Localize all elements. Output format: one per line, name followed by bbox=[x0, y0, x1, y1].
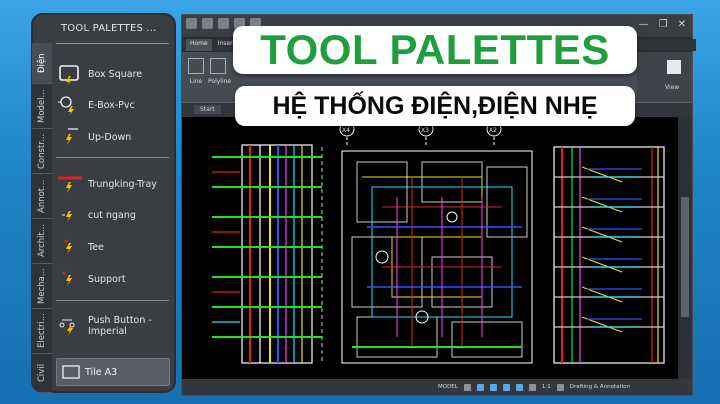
tab-dien[interactable]: Điện bbox=[32, 43, 52, 84]
tab-construction[interactable]: Constr... bbox=[32, 129, 52, 174]
polyline-button[interactable]: Polyline bbox=[208, 58, 232, 85]
view-panel: View bbox=[637, 52, 691, 102]
electrical-drawing: X4 X3 X2 bbox=[212, 121, 665, 364]
banner-title: TOOL PALETTES bbox=[260, 26, 610, 73]
tool-tee[interactable]: Tee bbox=[56, 233, 168, 261]
save-icon[interactable] bbox=[218, 18, 229, 29]
lineweight-toggle-icon[interactable] bbox=[528, 383, 536, 391]
workspace-switcher[interactable]: Drafting & Annotation bbox=[570, 384, 630, 390]
tee-icon bbox=[56, 235, 84, 259]
line-button[interactable]: Line bbox=[186, 58, 206, 85]
tool-ebox-pvc[interactable]: E-Box-Pvc bbox=[56, 91, 168, 119]
tab-civil[interactable]: Civil bbox=[32, 354, 52, 393]
status-bar: MODEL 1:1 Drafting & Annotation bbox=[182, 379, 692, 395]
tool-label: Tee bbox=[88, 241, 104, 253]
palette-title: TOOL PALETTES ... bbox=[61, 23, 157, 34]
grid-label-x4: X4 bbox=[342, 127, 350, 134]
view-icon bbox=[667, 60, 681, 74]
tool-label: E-Box-Pvc bbox=[88, 99, 135, 111]
ebox-pvc-icon bbox=[56, 93, 84, 117]
tab-architectural[interactable]: Archit... bbox=[32, 219, 52, 264]
title-banner: TOOL PALETTES HỆ THỐNG ĐIỆN,ĐIỆN NHẸ bbox=[233, 26, 637, 126]
trunking-tray-icon bbox=[56, 172, 84, 196]
view-label[interactable]: View bbox=[665, 84, 679, 91]
polyline-label: Polyline bbox=[208, 78, 232, 85]
osnap-toggle-icon[interactable] bbox=[515, 383, 523, 391]
line-label: Line bbox=[189, 78, 203, 85]
annotation-scale[interactable]: 1:1 bbox=[542, 384, 551, 390]
tab-mechanical[interactable]: Mecha... bbox=[32, 264, 52, 309]
doc-tab-start[interactable]: Start bbox=[194, 105, 221, 114]
polar-toggle-icon[interactable] bbox=[502, 383, 510, 391]
tool-cut-ngang[interactable]: cut ngang bbox=[56, 201, 168, 229]
palette-divider bbox=[56, 157, 169, 158]
ortho-toggle-icon[interactable] bbox=[489, 383, 497, 391]
tool-label: Tile A3 bbox=[85, 366, 118, 378]
snap-toggle-icon[interactable] bbox=[476, 383, 484, 391]
minimize-button[interactable]: — bbox=[639, 19, 649, 30]
banner-subtitle-box: HỆ THỐNG ĐIỆN,ĐIỆN NHẸ bbox=[235, 86, 635, 126]
tab-annotation[interactable]: Annot... bbox=[32, 174, 52, 219]
push-button-icon bbox=[56, 314, 84, 338]
banner-title-box: TOOL PALETTES bbox=[233, 26, 637, 74]
drawing-canvas[interactable]: X4 X3 X2 bbox=[182, 117, 678, 379]
up-down-icon bbox=[56, 125, 84, 149]
support-icon bbox=[56, 267, 84, 291]
open-file-icon[interactable] bbox=[202, 18, 213, 29]
tile-a3-icon bbox=[57, 362, 85, 382]
grid-label-x2: X2 bbox=[489, 127, 497, 134]
tab-model[interactable]: Model... bbox=[32, 84, 52, 129]
tool-support[interactable]: Support bbox=[56, 265, 168, 293]
tool-label: Box Square bbox=[88, 68, 143, 80]
vertical-scrollbar[interactable] bbox=[678, 117, 692, 379]
workspace-gear-icon[interactable] bbox=[556, 383, 564, 391]
tool-label: Up-Down bbox=[88, 131, 132, 143]
tool-palettes-panel: TOOL PALETTES ... Điện Model... Constr..… bbox=[31, 13, 176, 393]
window-controls: — ❐ ✕ bbox=[639, 19, 686, 30]
tool-label: Trungking-Tray bbox=[88, 178, 157, 190]
tool-box-square[interactable]: Box Square bbox=[56, 60, 168, 88]
grid-toggle-icon[interactable] bbox=[463, 383, 471, 391]
tool-label: cut ngang bbox=[88, 209, 136, 221]
tool-tile-a3[interactable]: Tile A3 bbox=[56, 358, 170, 386]
model-space-button[interactable]: MODEL bbox=[438, 384, 458, 390]
tool-label: Support bbox=[88, 273, 126, 285]
scroll-thumb[interactable] bbox=[681, 197, 689, 317]
grid-label-x3: X3 bbox=[421, 127, 429, 134]
tool-up-down[interactable]: Up-Down bbox=[56, 123, 168, 151]
box-square-icon bbox=[56, 62, 84, 86]
new-file-icon[interactable] bbox=[186, 18, 197, 29]
palette-divider bbox=[56, 300, 169, 301]
close-button[interactable]: ✕ bbox=[678, 19, 686, 30]
banner-subtitle: HỆ THỐNG ĐIỆN,ĐIỆN NHẸ bbox=[272, 92, 598, 120]
tool-push-button[interactable]: Push Button - Imperial bbox=[56, 310, 168, 342]
tab-electrical[interactable]: Electri... bbox=[32, 309, 52, 354]
tool-label: Push Button - Imperial bbox=[88, 315, 152, 337]
tab-home[interactable]: Home bbox=[186, 39, 212, 51]
cut-ngang-icon bbox=[56, 203, 84, 227]
palette-title-divider bbox=[56, 43, 169, 44]
polyline-icon bbox=[210, 58, 226, 74]
line-icon bbox=[188, 58, 204, 74]
tool-trunking-tray[interactable]: Trungking-Tray bbox=[56, 170, 168, 198]
maximize-button[interactable]: ❐ bbox=[659, 19, 668, 30]
palette-tabs: Điện Model... Constr... Annot... Archit.… bbox=[31, 43, 53, 393]
